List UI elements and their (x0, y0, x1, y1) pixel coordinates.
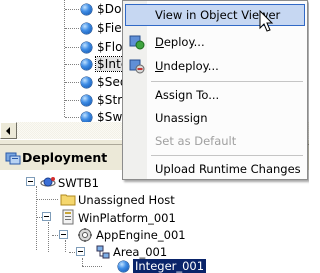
tree-branch-line (65, 28, 79, 29)
tree-node-engine[interactable]: AppEngine_001 (96, 228, 186, 242)
tree-branch-line (65, 82, 79, 83)
menu-item-upload-runtime-changes[interactable]: Upload Runtime Changes (125, 158, 305, 180)
menu-separator (151, 81, 303, 82)
tree-branch-line (69, 252, 75, 253)
menu-separator (151, 155, 303, 156)
tree-branch-line (65, 47, 79, 48)
tree-guide-line (82, 258, 83, 266)
tree-branch-line (65, 9, 79, 10)
template-object-icon (81, 4, 92, 15)
collapse-toggle[interactable] (42, 212, 51, 221)
deploy-icon (129, 35, 145, 50)
deployment-icon (5, 152, 21, 165)
template-object-icon (81, 95, 92, 106)
menu-item-unassign[interactable]: Unassign (125, 107, 305, 129)
template-object-icon (81, 77, 92, 88)
folder-icon (60, 194, 76, 206)
tree-guide-line (36, 186, 37, 250)
tree-branch-line (82, 266, 102, 267)
tree-node-object-selected[interactable]: Integer_001 (133, 259, 207, 273)
object-icon (118, 261, 129, 272)
app-window: $Dou $Fiel $Floa $Inte $Seq $Strin $Swit… (0, 0, 309, 273)
tree-guide-line (65, 240, 66, 252)
tree-branch-line (65, 64, 79, 65)
template-object-icon (81, 23, 92, 34)
collapse-toggle[interactable] (76, 247, 85, 256)
tree-branch-line (52, 235, 58, 236)
menu-item-label: Unassign (155, 111, 208, 125)
platform-icon (62, 209, 74, 225)
menu-item-label: Undeploy... (155, 59, 219, 73)
tree-branch-line (65, 100, 79, 101)
area-icon (96, 245, 110, 259)
menu-item-view-in-object-viewer[interactable]: View in Object Viewer (125, 4, 305, 26)
menu-item-set-as-default: Set as Default (125, 130, 305, 152)
menu-item-undeploy[interactable]: Undeploy... (125, 55, 305, 77)
tree-branch-line (36, 199, 58, 200)
menu-item-deploy[interactable]: Deploy... (125, 31, 305, 53)
tree-node-galaxy[interactable]: SWTB1 (58, 176, 99, 190)
collapse-toggle[interactable] (26, 177, 35, 186)
menu-item-label: Upload Runtime Changes (155, 162, 301, 176)
context-menu: View in Object Viewer Deploy... Undeploy… (122, 0, 308, 180)
galaxy-icon (40, 177, 56, 187)
tree-node-unassigned-host[interactable]: Unassigned Host (78, 193, 175, 207)
tree-branch-line (65, 117, 79, 118)
arrow-left-icon (6, 127, 10, 135)
menu-item-label: Assign To... (155, 88, 220, 102)
tree-guide-line (48, 222, 49, 252)
scroll-left-button[interactable] (0, 122, 17, 139)
deployment-tree[interactable]: SWTB1 Unassigned Host WinPlatform_001 Ap… (0, 170, 309, 273)
mouse-pointer-icon (259, 10, 274, 32)
menu-item-label: Deploy... (155, 35, 205, 49)
engine-icon (78, 228, 92, 242)
collapse-toggle[interactable] (59, 230, 68, 239)
template-object-icon (81, 112, 92, 122)
tree-node-platform[interactable]: WinPlatform_001 (78, 211, 176, 225)
undeploy-icon (129, 59, 145, 74)
tree-item-label: $Fiel (97, 21, 126, 35)
template-object-icon (81, 59, 92, 70)
template-object-icon (81, 42, 92, 53)
deployment-title: Deployment (22, 150, 108, 165)
menu-item-label: Set as Default (155, 134, 237, 148)
tree-node-area[interactable]: Area_001 (113, 245, 167, 259)
menu-item-assign-to[interactable]: Assign To... (125, 84, 305, 106)
